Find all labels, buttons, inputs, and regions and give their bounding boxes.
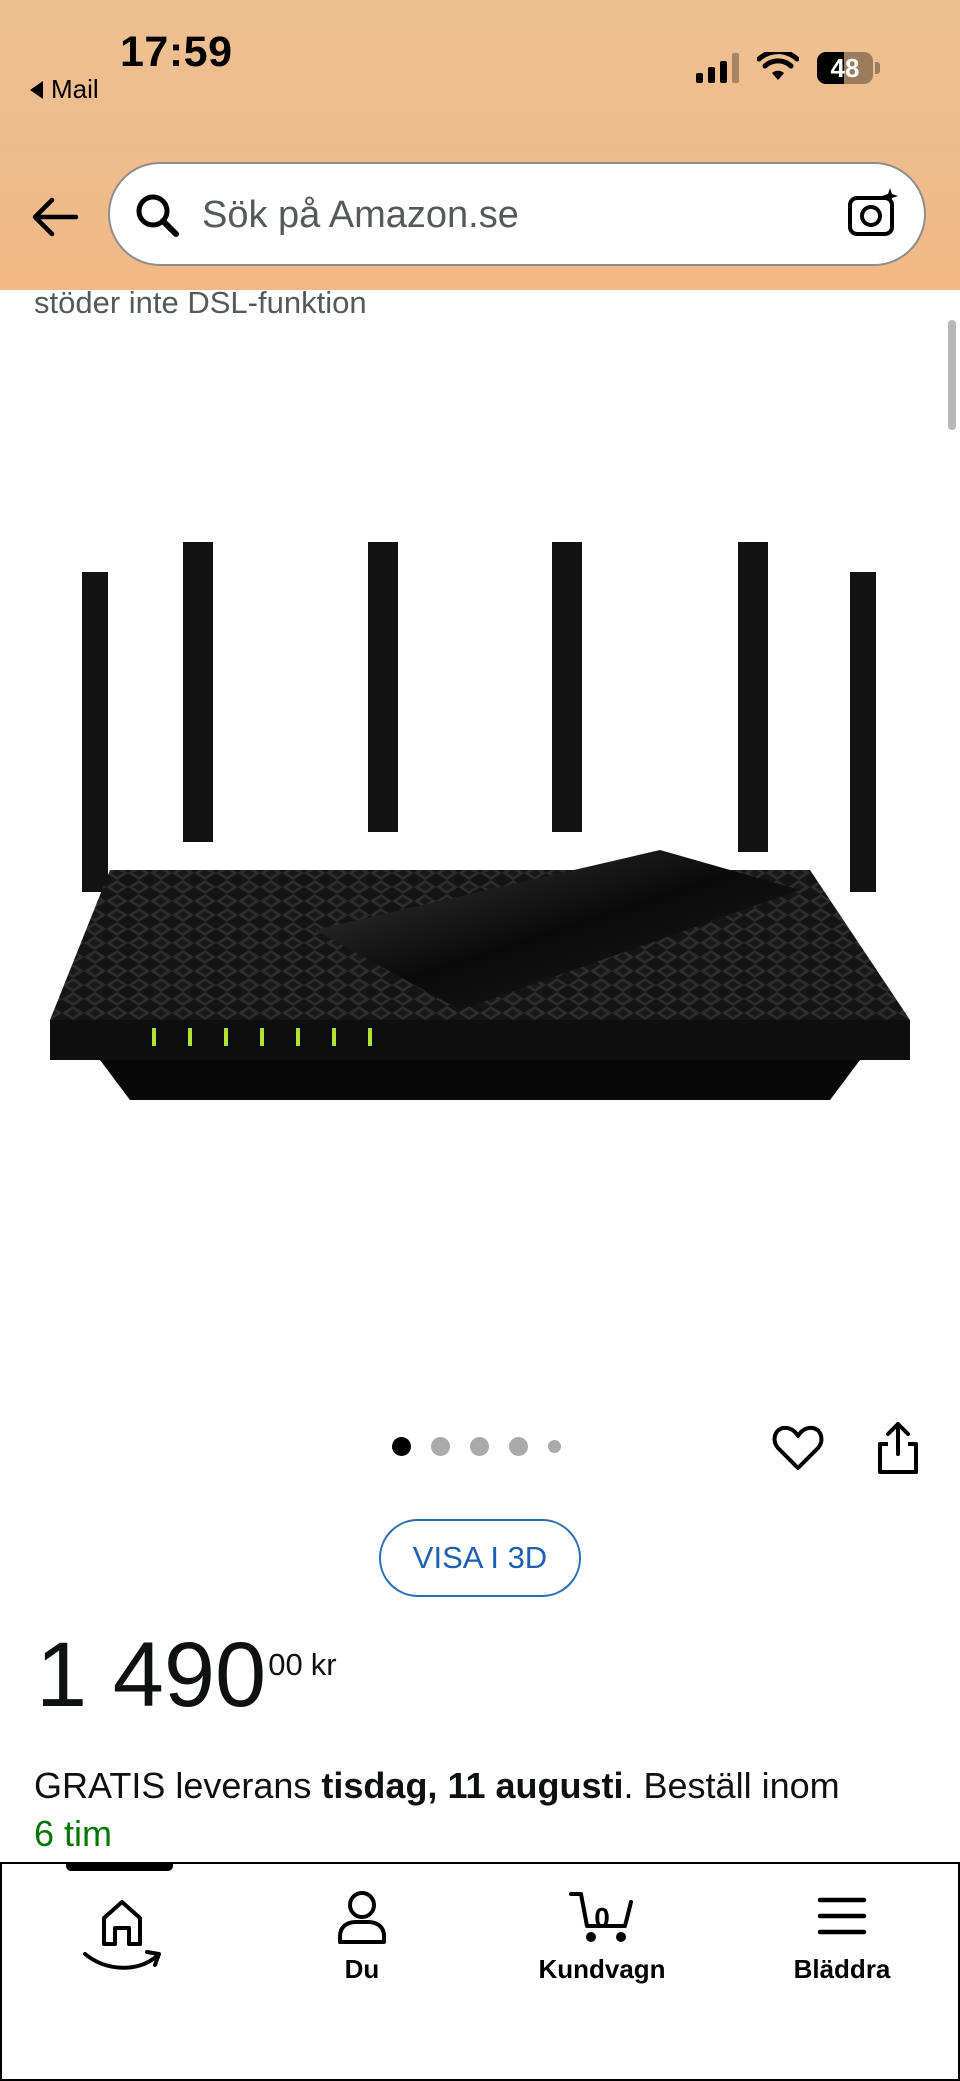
active-tab-indicator — [66, 1862, 173, 1871]
price-whole: 1 490 — [36, 1624, 267, 1726]
price-currency: kr — [310, 1647, 337, 1682]
nav-cart[interactable]: 0 Kundvagn — [502, 1886, 702, 1985]
price-fraction: 00 — [268, 1647, 303, 1682]
back-arrow-icon[interactable] — [28, 190, 82, 244]
user-icon — [338, 1891, 386, 1944]
battery-icon: 48 — [817, 52, 873, 84]
pager-dot[interactable] — [509, 1437, 528, 1456]
status-indicators: 48 — [696, 52, 880, 84]
back-to-mail[interactable]: Mail — [30, 74, 99, 105]
cart-count: 0 — [594, 1902, 610, 1933]
menu-icon — [817, 1897, 867, 1935]
nav-browse[interactable]: Bläddra — [742, 1886, 942, 1985]
nav-home[interactable] — [22, 1886, 222, 1976]
nav-you[interactable]: Du — [262, 1886, 462, 1985]
back-app-label: Mail — [51, 74, 99, 104]
pager-dot[interactable] — [470, 1437, 489, 1456]
nav-browse-label: Bläddra — [793, 1954, 891, 1984]
status-time: 17:59 — [120, 28, 233, 76]
bottom-navigation: Du 0 Kundvagn Bläddra — [0, 1862, 960, 2081]
battery-level: 48 — [830, 52, 860, 83]
nav-cart-label: Kundvagn — [538, 1954, 666, 1984]
delivery-time-left: 6 tim — [34, 1813, 113, 1854]
delivery-suffix: . Beställ inom — [623, 1765, 840, 1806]
product-description-cut: stöder inte DSL-funktion — [34, 285, 367, 320]
price: 1 490 00 kr — [36, 1625, 337, 1725]
pager-dot[interactable] — [548, 1440, 561, 1453]
product-image-router[interactable] — [40, 530, 920, 1170]
share-icon[interactable] — [870, 1418, 926, 1478]
camera-search-icon[interactable] — [844, 184, 904, 244]
delivery-info: GRATIS leverans tisdag, 11 augusti. Best… — [34, 1762, 924, 1858]
delivery-prefix: GRATIS leverans — [34, 1765, 322, 1806]
search-input[interactable] — [200, 184, 824, 246]
cellular-signal-icon — [696, 53, 739, 83]
delivery-date: tisdag, 11 augusti — [321, 1765, 624, 1806]
wifi-icon — [757, 52, 799, 80]
back-triangle-icon — [30, 80, 43, 99]
pager-dot[interactable] — [392, 1437, 411, 1456]
search-bar[interactable] — [108, 162, 926, 266]
pager-dot[interactable] — [431, 1437, 450, 1456]
home-icon — [83, 1900, 161, 1970]
heart-icon[interactable] — [770, 1420, 826, 1476]
nav-you-label: Du — [344, 1954, 380, 1984]
search-icon — [136, 194, 179, 237]
header: 17:59 Mail 48 — [0, 0, 960, 290]
scrollbar[interactable] — [948, 320, 956, 430]
view-in-3d-button[interactable]: VISA I 3D — [379, 1519, 581, 1597]
image-pager[interactable] — [392, 1437, 561, 1456]
